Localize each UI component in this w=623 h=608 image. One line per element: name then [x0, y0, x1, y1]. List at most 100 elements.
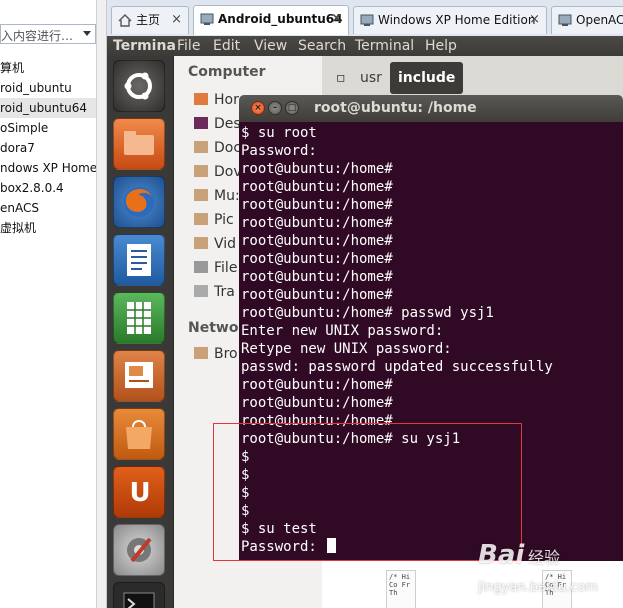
terminal-line: root@ubuntu:/home#: [241, 413, 393, 429]
places-item-pictures[interactable]: Pic: [194, 212, 234, 232]
tab-windows-xp[interactable]: Windows XP Home Edition ×: [353, 6, 547, 34]
minimize-button[interactable]: –: [268, 101, 282, 115]
writer-icon[interactable]: [113, 234, 165, 286]
ubuntu-logo-icon[interactable]: [113, 60, 165, 112]
places-item-desktop[interactable]: Des: [194, 116, 241, 136]
menu-terminal[interactable]: Terminal: [355, 36, 414, 56]
vm-list-item[interactable]: ndows XP Home E: [0, 158, 106, 178]
close-icon[interactable]: ×: [171, 7, 182, 33]
ubuntu-top-panel: Termina File Edit View Search Terminal H…: [107, 36, 623, 56]
network-heading: Networ: [188, 320, 246, 336]
places-item-home[interactable]: Hor: [194, 92, 239, 112]
terminal-line: $ su root: [241, 125, 317, 141]
vm-search-placeholder: 入内容进行…: [1, 29, 74, 43]
places-item-trash[interactable]: Tra: [194, 284, 235, 304]
drive-icon[interactable]: ▫: [328, 62, 348, 94]
panel-splitter[interactable]: [96, 0, 106, 608]
menu-view[interactable]: View: [254, 36, 287, 56]
vm-list-item[interactable]: oSimple: [0, 118, 106, 138]
terminal-titlebar[interactable]: × – □ root@ubuntu: /home: [239, 95, 623, 122]
terminal-title: root@ubuntu: /home: [314, 100, 477, 116]
menu-edit[interactable]: Edit: [213, 36, 240, 56]
terminal-line: $: [241, 485, 250, 501]
settings-icon[interactable]: [113, 524, 165, 576]
network-icon: [194, 347, 208, 359]
firefox-icon[interactable]: [113, 176, 165, 228]
path-button-include[interactable]: include: [390, 62, 464, 94]
terminal-line: root@ubuntu:/home#: [241, 179, 393, 195]
close-icon: ×: [254, 103, 262, 113]
calc-icon[interactable]: [113, 292, 165, 344]
tab-openacs[interactable]: OpenACS: [551, 6, 623, 34]
desktop-icon: [194, 117, 208, 129]
places-item-videos[interactable]: Vid: [194, 236, 236, 256]
baidu-watermark: Bai 经验 jingyan.baidu.com: [478, 540, 618, 604]
ubuntu-one-icon[interactable]: U: [113, 466, 165, 518]
vm-icon: [360, 14, 374, 26]
terminal-line: root@ubuntu:/home#: [241, 161, 393, 177]
terminal-line: $: [241, 503, 250, 519]
places-item-documents[interactable]: Doc: [194, 140, 241, 160]
terminal-line: root@ubuntu:/home# passwd ysj1: [241, 305, 494, 321]
trash-icon: [194, 285, 208, 297]
watermark-sub: 经验: [528, 548, 561, 567]
menu-file[interactable]: File: [177, 36, 200, 56]
vm-list-item[interactable]: dora7: [0, 138, 106, 158]
tab-home[interactable]: 主页 ×: [111, 6, 189, 34]
vm-list-item[interactable]: roid_ubuntu: [0, 78, 106, 98]
impress-icon[interactable]: [113, 350, 165, 402]
tab-android-ubuntu64[interactable]: Android_ubuntu64 ×: [193, 5, 349, 35]
terminal-icon[interactable]: [113, 582, 165, 608]
unity-launcher: U: [107, 56, 174, 608]
files-icon[interactable]: [113, 118, 165, 170]
terminal-line: $: [241, 449, 250, 465]
host-tab-bar: 主页 × Android_ubuntu64 × Windows XP Home …: [107, 0, 623, 37]
software-center-icon[interactable]: [113, 408, 165, 460]
vm-list-item[interactable]: enACS: [0, 198, 106, 218]
close-button[interactable]: ×: [251, 101, 265, 115]
terminal-output[interactable]: $ su root Password: root@ubuntu:/home# root…: [239, 122, 623, 561]
vm-search-box[interactable]: 入内容进行…: [0, 24, 96, 44]
folder-icon: [194, 141, 208, 153]
vm-list-item[interactable]: 虚拟机: [0, 218, 106, 238]
home-folder-icon: [194, 93, 208, 105]
path-bar: ▫ usr include: [322, 56, 623, 98]
terminal-line: root@ubuntu:/home#: [241, 269, 393, 285]
file-thumbnail[interactable]: /* Hi Co Fr Th: [386, 570, 416, 608]
close-icon[interactable]: ×: [529, 7, 540, 33]
terminal-cursor: [327, 538, 337, 553]
places-item-music[interactable]: Mu:: [194, 188, 240, 208]
terminal-line: root@ubuntu:/home#: [241, 233, 393, 249]
vm-list-panel: 入内容进行… 算机 roid_ubuntu roid_ubuntu64 oSim…: [0, 0, 107, 608]
vm-list-item[interactable]: 算机: [0, 58, 106, 78]
vm-list-item-selected[interactable]: roid_ubuntu64: [0, 98, 106, 118]
minimize-icon: –: [272, 103, 278, 113]
maximize-button[interactable]: □: [285, 101, 299, 115]
shopping-bag-icon: [126, 420, 152, 449]
terminal-app-icon: [123, 592, 155, 608]
close-icon[interactable]: ×: [331, 6, 342, 32]
network-item-browse[interactable]: Bro: [194, 346, 238, 366]
folder-icon: [194, 237, 208, 249]
menu-help[interactable]: Help: [425, 36, 457, 56]
maximize-icon: □: [287, 103, 297, 113]
terminal-line: $ su test: [241, 521, 317, 537]
menu-search[interactable]: Search: [298, 36, 346, 56]
tab-label: 主页: [136, 13, 161, 27]
ubuntu-one-glyph: U: [129, 478, 151, 508]
places-item-downloads[interactable]: Dov: [194, 164, 242, 184]
folder-icon: [194, 165, 208, 177]
path-button-usr[interactable]: usr: [352, 62, 390, 94]
folder-icon: [194, 189, 208, 201]
chevron-down-icon[interactable]: [83, 31, 91, 36]
home-icon: [118, 14, 132, 27]
vm-list: 算机 roid_ubuntu roid_ubuntu64 oSimple dor…: [0, 58, 106, 238]
app-name: Termina: [113, 38, 176, 54]
terminal-line: passwd: password updated successfully: [241, 359, 553, 375]
document-icon: [127, 244, 151, 276]
terminal-window[interactable]: × – □ root@ubuntu: /home $ su root Passwo…: [239, 95, 623, 561]
drive-icon: [194, 261, 208, 273]
vm-list-item[interactable]: box2.8.0.4: [0, 178, 106, 198]
folder-icon: [194, 213, 208, 225]
places-item-filesystem[interactable]: File: [194, 260, 237, 280]
